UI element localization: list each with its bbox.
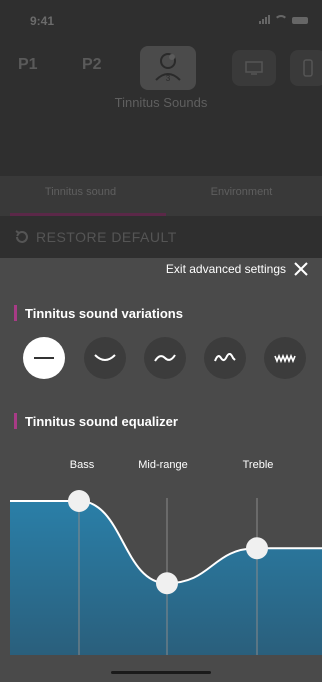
dimmed-background	[0, 0, 322, 258]
equalizer-title: Tinnitus sound equalizer	[25, 413, 178, 429]
phone-icon	[303, 59, 313, 77]
variation-double-button[interactable]	[144, 337, 186, 379]
status-bar: 9:41	[0, 0, 322, 36]
variations-section-header: Tinnitus sound variations	[14, 305, 183, 321]
flat-wave-icon	[34, 357, 54, 359]
restore-default-label: RESTORE DEFAULT	[36, 229, 177, 245]
exit-advanced-settings-button[interactable]: Exit advanced settings	[166, 262, 308, 276]
tab-tinnitus-sound[interactable]: Tinnitus sound	[0, 186, 161, 198]
home-indicator	[111, 671, 211, 674]
section-accent-bar	[14, 305, 17, 321]
equalizer-graph	[10, 490, 322, 655]
variation-selector	[0, 337, 322, 381]
variation-flat-button[interactable]	[23, 337, 65, 379]
tinnitus-person-icon: 3	[155, 53, 181, 83]
eq-knob-bass[interactable]	[68, 490, 90, 512]
program-p2-button[interactable]: P2	[82, 56, 102, 74]
battery-icon	[292, 17, 308, 24]
tab-bar: Tinnitus sound Environment	[0, 176, 322, 216]
program-selector: P1 P2 3	[0, 46, 322, 90]
signal-icon	[259, 15, 270, 24]
variation-multi-button[interactable]	[264, 337, 306, 379]
close-icon[interactable]	[294, 262, 308, 276]
variations-title: Tinnitus sound variations	[25, 305, 183, 321]
tv-icon	[245, 61, 263, 75]
program-tv-button[interactable]	[232, 50, 276, 86]
section-accent-bar	[14, 413, 17, 429]
eq-knob-treble[interactable]	[246, 537, 268, 560]
multi-wave-icon	[274, 353, 296, 363]
program-title: Tinnitus Sounds	[114, 95, 208, 110]
program-p1-button[interactable]: P1	[18, 56, 38, 74]
restore-icon	[15, 230, 28, 243]
program-tinnitus-button[interactable]: 3	[140, 46, 196, 90]
eq-label-treble: Treble	[242, 459, 274, 471]
restore-default-button[interactable]: RESTORE DEFAULT	[14, 229, 177, 245]
triple-wave-icon	[214, 353, 236, 362]
status-time: 9:41	[30, 14, 55, 28]
double-wave-icon	[154, 354, 176, 362]
wifi-icon	[274, 15, 288, 24]
equalizer-section-header: Tinnitus sound equalizer	[14, 413, 178, 429]
eq-label-bass: Bass	[69, 459, 95, 471]
tab-environment[interactable]: Environment	[161, 186, 322, 198]
single-dip-wave-icon	[94, 354, 116, 361]
tab-indicator	[10, 213, 166, 216]
eq-knob-mid[interactable]	[156, 572, 178, 595]
exit-advanced-label: Exit advanced settings	[165, 262, 286, 276]
eq-label-mid: Mid-range	[138, 459, 188, 471]
variation-triple-button[interactable]	[204, 337, 246, 379]
variation-dip-button[interactable]	[84, 337, 126, 379]
program-phone-button[interactable]	[290, 50, 322, 86]
tinnitus-badge: 3	[166, 74, 171, 83]
